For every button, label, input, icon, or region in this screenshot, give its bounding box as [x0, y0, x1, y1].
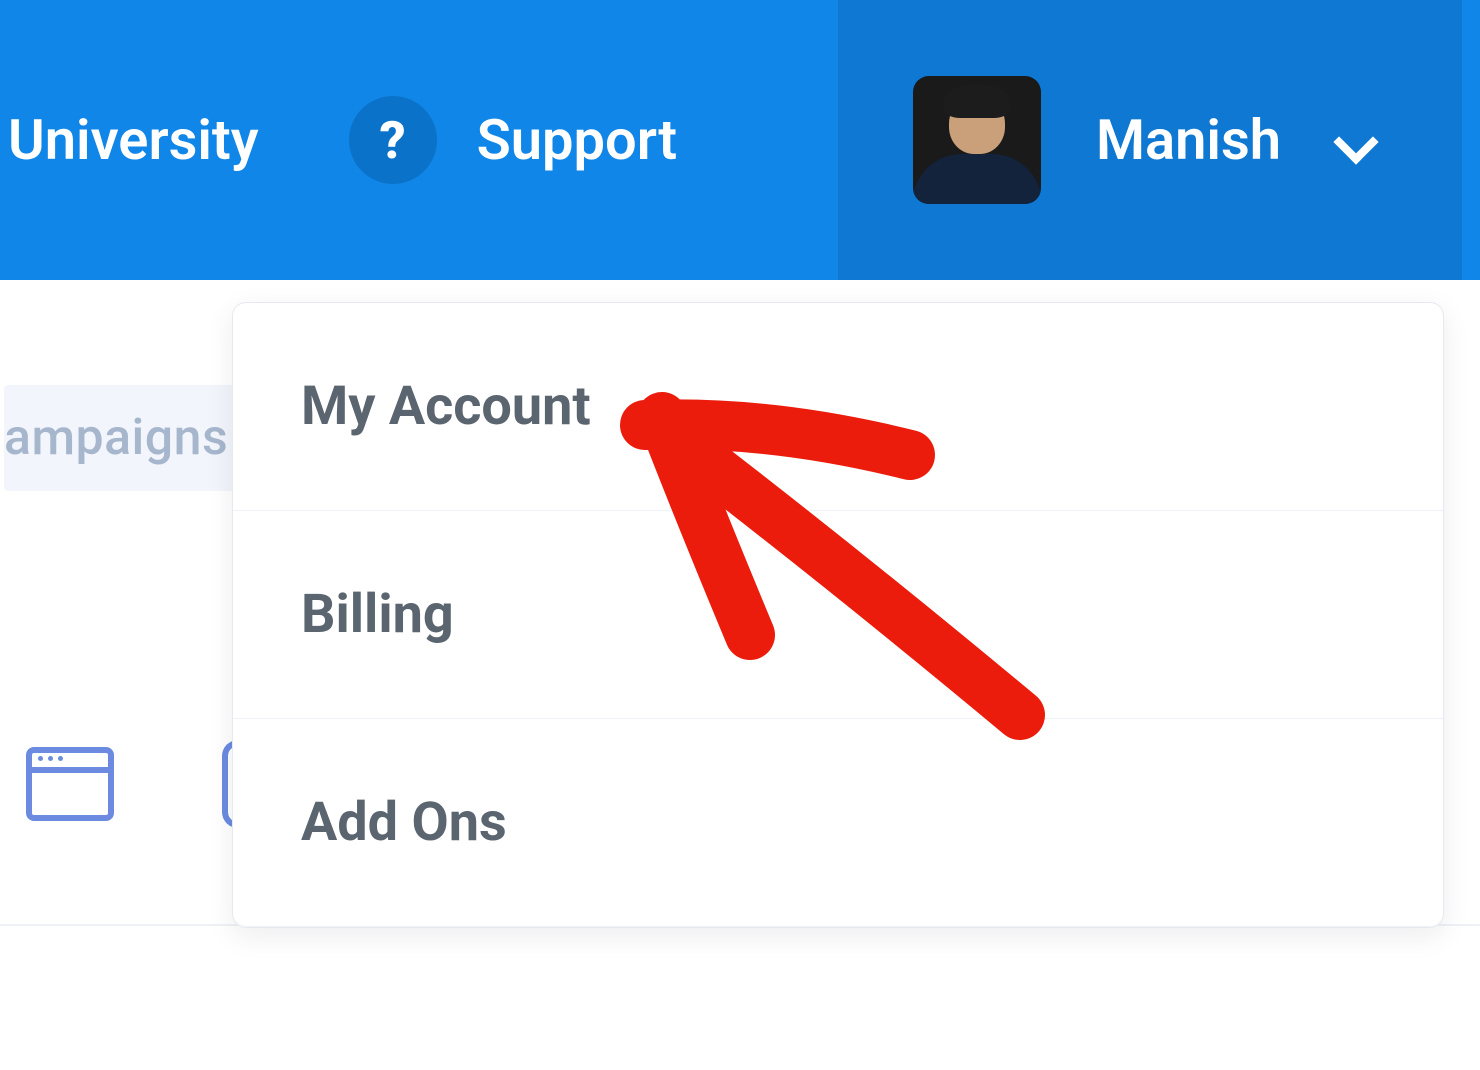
nav-support-group[interactable]: ? Support: [349, 96, 677, 184]
desktop-window-icon[interactable]: [26, 747, 114, 821]
nav-support-label: Support: [477, 107, 677, 173]
help-icon[interactable]: ?: [349, 96, 437, 184]
app-header: University ? Support Manish: [0, 0, 1480, 280]
user-dropdown: My Account Billing Add Ons: [232, 302, 1444, 928]
dropdown-item-my-account[interactable]: My Account: [233, 303, 1443, 511]
header-nav: University ? Support: [0, 96, 677, 184]
dropdown-item-add-ons[interactable]: Add Ons: [233, 719, 1443, 927]
user-name-label: Manish: [1096, 107, 1281, 173]
chevron-down-icon: [1336, 122, 1372, 158]
user-menu-trigger[interactable]: Manish: [838, 0, 1462, 280]
avatar: [913, 76, 1041, 204]
sidebar-item-campaigns-partial[interactable]: ampaigns: [4, 385, 250, 491]
device-icons: [26, 740, 250, 828]
dropdown-item-billing[interactable]: Billing: [233, 511, 1443, 719]
nav-university[interactable]: University: [8, 107, 259, 173]
